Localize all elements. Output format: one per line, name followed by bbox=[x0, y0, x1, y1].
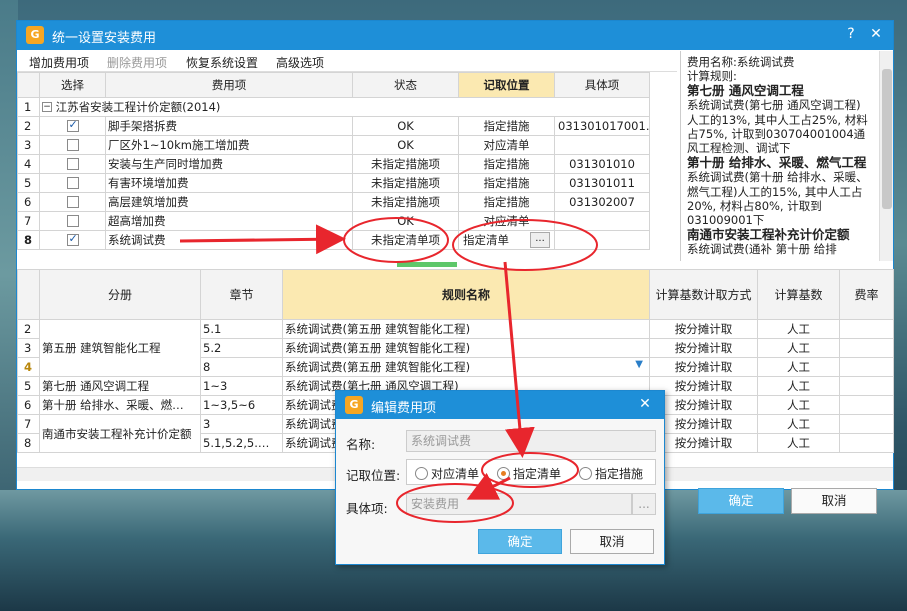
dialog-ok-button[interactable]: 确定 bbox=[478, 529, 562, 554]
item-field[interactable]: 安装费用 bbox=[406, 493, 632, 515]
app-logo-icon: G bbox=[345, 396, 363, 414]
radio-icon bbox=[415, 467, 428, 480]
delete-fee-button[interactable]: 删除费用项 bbox=[107, 54, 167, 71]
table-row[interactable]: 1 − 江苏省安装工程计价定额(2014) bbox=[17, 97, 650, 117]
col-chapter[interactable]: 章节 bbox=[200, 269, 283, 320]
info-heading: 南通市安装工程补充计价定额 bbox=[687, 226, 850, 242]
position-cell[interactable]: 指定清单... bbox=[458, 230, 555, 250]
dialog-titlebar: G 编辑费用项 ✕ bbox=[336, 391, 664, 419]
radio-icon bbox=[579, 467, 592, 480]
ellipsis-button[interactable]: ... bbox=[530, 232, 550, 248]
radio-option-3[interactable]: 指定措施 bbox=[579, 465, 643, 482]
toolbar: 增加费用项 删除费用项 恢复系统设置 高级选项 bbox=[17, 50, 677, 72]
app-logo-icon: G bbox=[26, 26, 44, 44]
table-row[interactable]: 2 脚手架搭拆费 OK 指定措施 031301017001… bbox=[17, 116, 650, 136]
row-checkbox[interactable] bbox=[66, 138, 79, 151]
position-radio-group: 对应清单 指定清单 指定措施 bbox=[406, 459, 656, 485]
close-button[interactable]: ✕ bbox=[867, 26, 885, 42]
table-row[interactable]: 3 厂区外1~10km施工增加费 OK 对应清单 bbox=[17, 135, 650, 155]
splitter-handle[interactable] bbox=[397, 262, 457, 267]
table-row[interactable]: 7 超高增加费 OK 对应清单 bbox=[17, 211, 650, 231]
dialog-title: 编辑费用项 bbox=[371, 401, 437, 416]
name-label: 名称: bbox=[346, 437, 376, 452]
radio-option-2[interactable]: 指定清单 bbox=[497, 465, 561, 482]
row-checkbox[interactable] bbox=[66, 118, 79, 132]
table-row[interactable]: 5 有害环境增加费 未指定措施项 指定措施 031301011 bbox=[17, 173, 650, 193]
collapse-icon[interactable]: − bbox=[42, 101, 52, 112]
row-checkbox[interactable] bbox=[66, 195, 79, 208]
cancel-button[interactable]: 取消 bbox=[791, 488, 877, 514]
col-fee-item[interactable]: 费用项 bbox=[105, 72, 353, 98]
col-select[interactable]: 选择 bbox=[39, 72, 106, 98]
info-scrollbar[interactable] bbox=[879, 51, 893, 261]
radio-selected-icon bbox=[497, 467, 510, 480]
radio-option-1[interactable]: 对应清单 bbox=[415, 465, 479, 482]
table-row[interactable]: 6 高层建筑增加费 未指定措施项 指定措施 031302007 bbox=[17, 192, 650, 212]
scrollbar-thumb[interactable] bbox=[882, 69, 892, 209]
info-heading: 第十册 给排水、采暖、燃气工程 bbox=[687, 154, 867, 170]
col-calc-mode[interactable]: 计算基数计取方式 bbox=[649, 269, 758, 320]
help-button[interactable]: ? bbox=[842, 26, 860, 42]
info-heading: 第七册 通风空调工程 bbox=[687, 82, 804, 98]
row-checkbox[interactable] bbox=[66, 176, 79, 189]
col-rate[interactable]: 费率 bbox=[839, 269, 894, 320]
col-position[interactable]: 记取位置 bbox=[458, 72, 555, 98]
advanced-options-button[interactable]: 高级选项 bbox=[276, 54, 324, 71]
info-panel: 费用名称:系统调试费 计算规则: 第七册 通风空调工程 系统调试费(第七册 通风… bbox=[680, 51, 877, 261]
restore-settings-button[interactable]: 恢复系统设置 bbox=[186, 54, 258, 71]
table-row[interactable]: 2 第五册 建筑智能化工程 5.1 系统调试费(第五册 建筑智能化工程) 按分摊… bbox=[17, 319, 894, 377]
item-browse-button[interactable]: ... bbox=[632, 493, 656, 515]
col-calc-base[interactable]: 计算基数 bbox=[757, 269, 840, 320]
row-number: 1 bbox=[17, 97, 40, 117]
item-label: 具体项: bbox=[346, 501, 388, 516]
add-fee-button[interactable]: 增加费用项 bbox=[29, 54, 89, 71]
main-titlebar: G 统一设置安装费用 ? ✕ bbox=[17, 21, 893, 50]
name-field[interactable]: 系统调试费 bbox=[406, 430, 656, 452]
rule-select[interactable]: 系统调试费(第五册 建筑智能化工程) ▼ bbox=[282, 357, 650, 377]
group-label: 江苏省安装工程计价定额(2014) bbox=[55, 100, 221, 114]
table-row-selected[interactable]: 8 系统调试费 未指定清单项 指定清单... bbox=[17, 230, 650, 250]
edit-fee-dialog: G 编辑费用项 ✕ 名称: 系统调试费 记取位置: 对应清单 指定清单 指定措施… bbox=[335, 390, 665, 565]
chevron-down-icon[interactable]: ▼ bbox=[635, 359, 643, 370]
col-rule-name[interactable]: 规则名称 bbox=[282, 269, 650, 320]
row-checkbox[interactable] bbox=[66, 214, 79, 227]
dialog-cancel-button[interactable]: 取消 bbox=[570, 529, 654, 554]
fee-table: 选择 费用项 状态 记取位置 具体项 1 − 江苏省安装工程计价定额(2014)… bbox=[17, 72, 650, 250]
row-checkbox[interactable] bbox=[66, 157, 79, 170]
position-label: 记取位置: bbox=[346, 468, 401, 483]
window-title: 统一设置安装费用 bbox=[52, 31, 157, 46]
col-item[interactable]: 具体项 bbox=[554, 72, 650, 98]
col-status[interactable]: 状态 bbox=[352, 72, 459, 98]
col-volume[interactable]: 分册 bbox=[39, 269, 201, 320]
row-checkbox[interactable] bbox=[66, 232, 79, 246]
ok-button[interactable]: 确定 bbox=[698, 488, 784, 514]
dialog-close-button[interactable]: ✕ bbox=[636, 396, 654, 412]
table-row[interactable]: 4 安装与生产同时增加费 未指定措施项 指定措施 031301010 bbox=[17, 154, 650, 174]
